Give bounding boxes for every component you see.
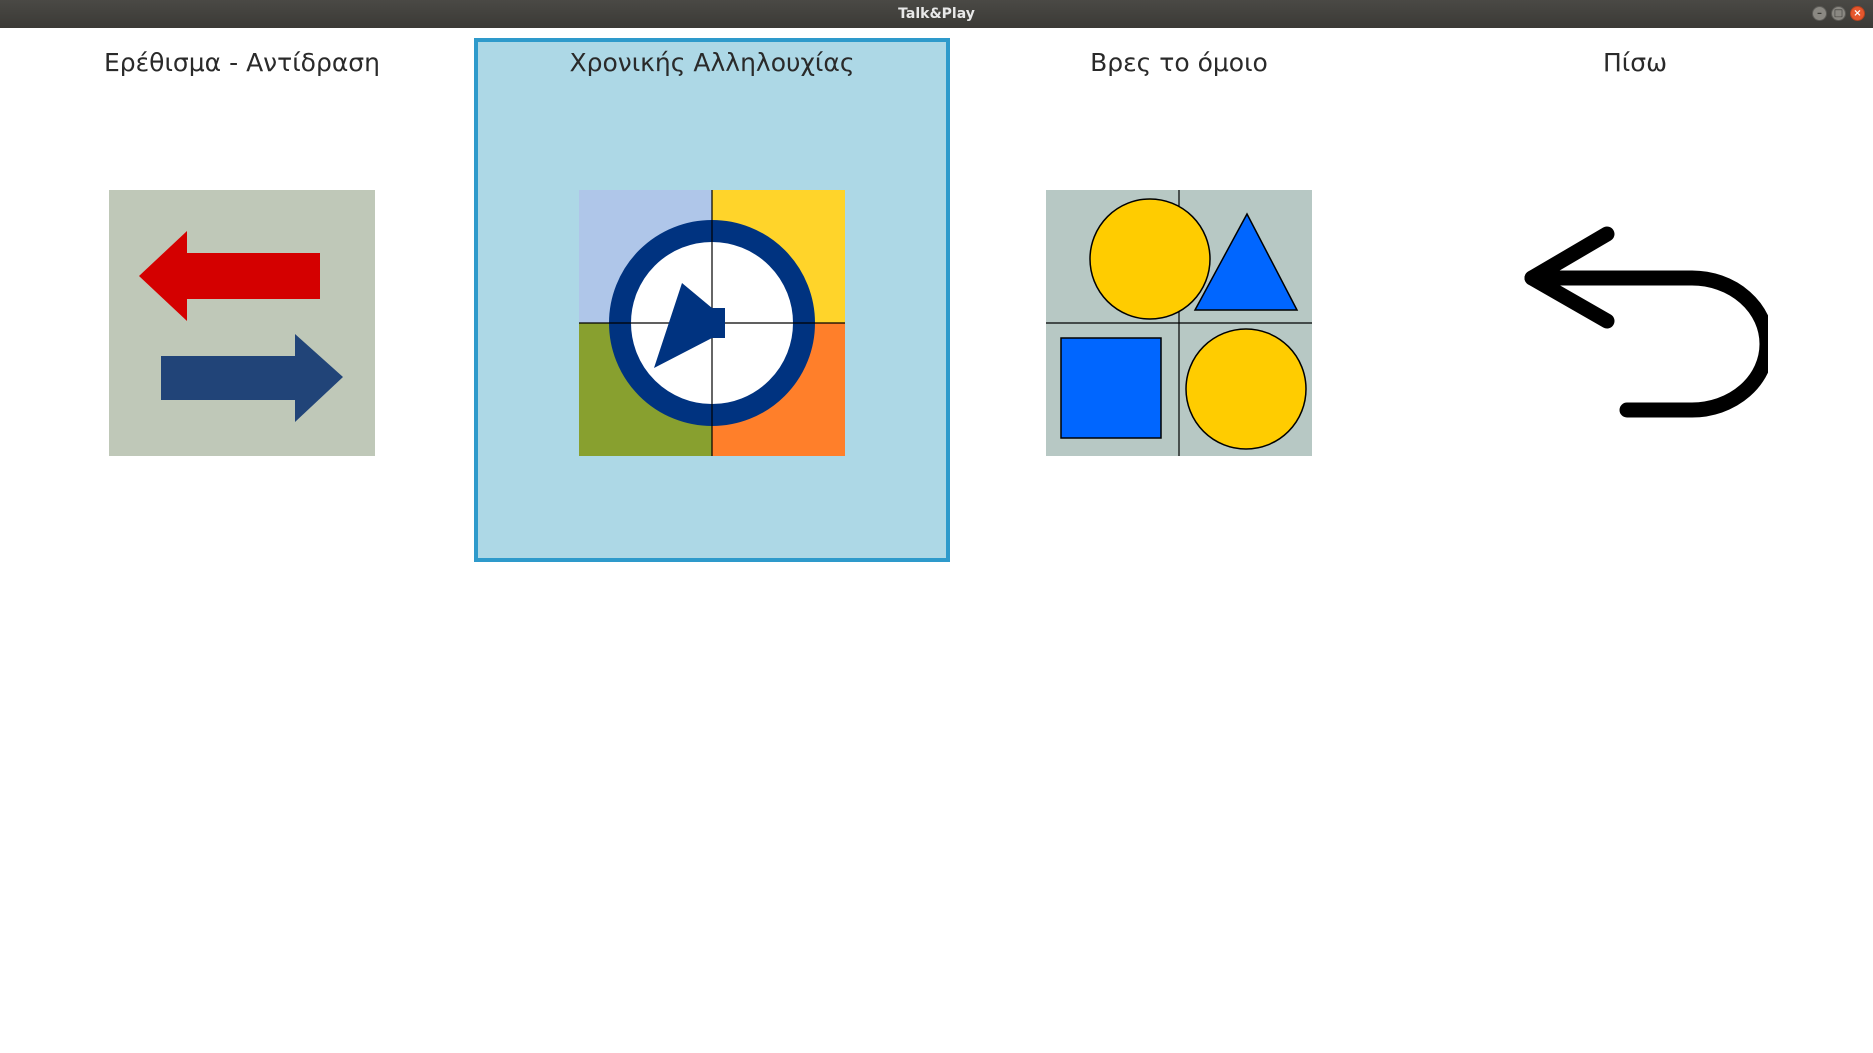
back-arrow-icon xyxy=(1502,190,1768,456)
menu-item-back[interactable]: Πίσω xyxy=(1397,38,1873,562)
clock-icon xyxy=(579,190,845,456)
menu-item-label: Χρονικής Αλληλουχίας xyxy=(569,48,855,77)
menu-item-stimulus-response[interactable]: Ερέθισμα - Αντίδραση xyxy=(4,38,480,562)
menu-item-time-sequence[interactable]: Χρονικής Αλληλουχίας xyxy=(474,38,950,562)
menu-item-label: Ερέθισμα - Αντίδραση xyxy=(104,48,380,77)
menu-item-label: Βρες το όμοιο xyxy=(1090,48,1268,77)
window-titlebar: Talk&Play – □ × xyxy=(0,0,1873,28)
menu-item-label: Πίσω xyxy=(1602,48,1668,77)
menu-item-find-same[interactable]: Βρες το όμοιο xyxy=(941,38,1417,562)
arrows-left-right-icon xyxy=(109,190,375,456)
close-icon[interactable]: × xyxy=(1850,6,1865,21)
maximize-icon[interactable]: □ xyxy=(1831,6,1846,21)
minimize-icon[interactable]: – xyxy=(1812,6,1827,21)
window-controls: – □ × xyxy=(1812,6,1865,21)
shapes-grid-icon xyxy=(1046,190,1312,456)
window-title: Talk&Play xyxy=(898,6,975,22)
